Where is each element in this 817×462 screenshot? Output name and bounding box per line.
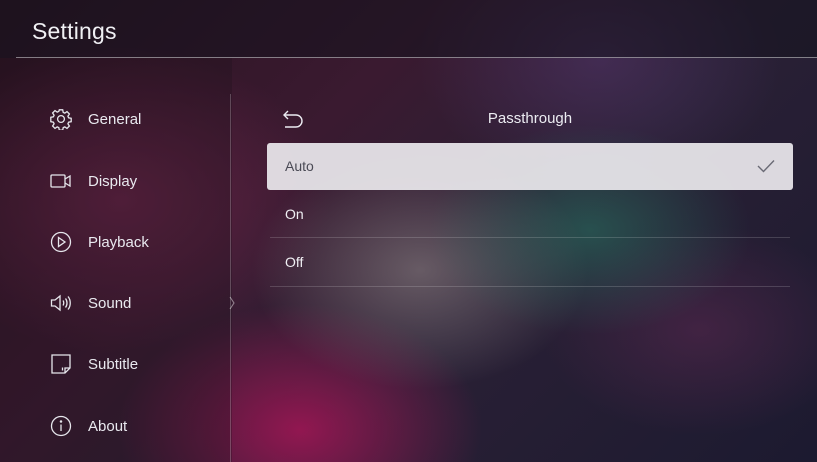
option-on[interactable]: On bbox=[267, 191, 793, 238]
sidebar-item-label: Sound bbox=[88, 294, 132, 312]
sidebar-item-subtitle[interactable]: Subtitle bbox=[50, 349, 138, 379]
speaker-icon bbox=[50, 292, 72, 314]
sidebar-item-label: Display bbox=[88, 172, 138, 190]
panel-title: Passthrough bbox=[487, 110, 573, 127]
option-off[interactable]: Off bbox=[267, 239, 793, 286]
panel-header: Passthrough bbox=[270, 104, 790, 134]
chevron-right-icon bbox=[229, 296, 235, 310]
sidebar-item-label: Subtitle bbox=[88, 355, 139, 373]
settings-screen: Settings General Display Playback Sound … bbox=[0, 0, 817, 462]
sidebar-item-label: About bbox=[88, 417, 128, 435]
sidebar-item-general[interactable]: General bbox=[50, 104, 141, 134]
option-auto[interactable]: Auto bbox=[267, 143, 793, 190]
option-label: On bbox=[285, 206, 304, 222]
option-divider bbox=[270, 237, 790, 238]
play-circle-icon bbox=[50, 231, 72, 253]
sidebar-item-sound[interactable]: Sound bbox=[50, 288, 131, 318]
display-icon bbox=[50, 170, 72, 192]
page-title: Settings bbox=[32, 18, 117, 44]
sidebar-divider bbox=[230, 94, 231, 462]
checkmark-icon bbox=[757, 160, 775, 173]
sidebar-item-label: General bbox=[88, 110, 142, 128]
gear-icon bbox=[50, 108, 72, 130]
subtitle-icon bbox=[50, 353, 72, 375]
header-bar: Settings bbox=[0, 0, 817, 58]
sidebar-item-playback[interactable]: Playback bbox=[50, 227, 149, 257]
sidebar-item-display[interactable]: Display bbox=[50, 166, 137, 196]
option-label: Off bbox=[285, 254, 304, 270]
sidebar-item-about[interactable]: About bbox=[50, 411, 127, 441]
info-icon bbox=[50, 415, 72, 437]
sidebar-item-label: Playback bbox=[88, 233, 149, 251]
option-label: Auto bbox=[285, 158, 314, 174]
option-divider bbox=[270, 286, 790, 287]
